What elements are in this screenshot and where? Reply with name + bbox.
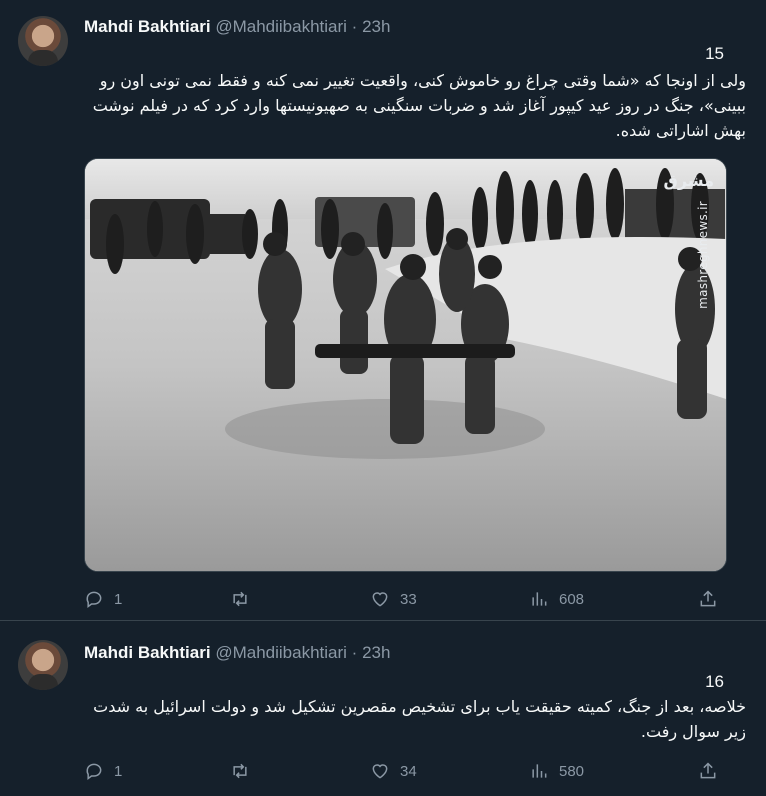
author-handle[interactable]: @Mahdiibakhtiari: [215, 643, 347, 662]
share-icon: [700, 762, 716, 779]
like-button[interactable]: 33: [370, 587, 417, 611]
views-chart-icon: [532, 592, 547, 606]
avatar[interactable]: [18, 16, 68, 66]
retweet-button[interactable]: [230, 587, 260, 611]
heart-icon: [372, 592, 388, 607]
tweet-text: خلاصه، بعد از جنگ، کمیته حقیقت یاب برای …: [93, 697, 746, 741]
reply-icon: [86, 763, 102, 780]
share-icon: [700, 590, 716, 607]
tweet-header: Mahdi Bakhtiari @Mahdiibakhtiari · 23h: [84, 642, 390, 664]
tweet-header: Mahdi Bakhtiari @Mahdiibakhtiari · 23h: [84, 16, 390, 38]
like-count: 34: [400, 762, 417, 780]
like-count: 33: [400, 590, 417, 608]
war-photo-image: [85, 159, 726, 571]
avatar[interactable]: [18, 640, 68, 690]
share-button[interactable]: [698, 759, 718, 783]
retweet-button[interactable]: [230, 759, 260, 783]
views-chart-icon: [532, 764, 547, 778]
mashregh-logo: مشرق: [663, 171, 714, 190]
thread-number: 16: [705, 672, 724, 691]
reply-count: 1: [114, 590, 123, 608]
tweet-16[interactable]: Mahdi Bakhtiari @Mahdiibakhtiari · 23h 1…: [0, 622, 766, 796]
views-count: 608: [559, 590, 585, 608]
views-button[interactable]: 580: [529, 759, 584, 783]
separator: ·: [351, 17, 358, 36]
timestamp[interactable]: 23h: [362, 643, 390, 662]
thread-number: 15: [705, 44, 724, 63]
author-handle[interactable]: @Mahdiibakhtiari: [215, 17, 347, 36]
reply-icon: [86, 591, 102, 608]
timestamp[interactable]: 23h: [362, 17, 390, 36]
reply-button[interactable]: 1: [84, 587, 122, 611]
reply-count: 1: [114, 762, 123, 780]
views-count: 580: [559, 762, 585, 780]
separator: ·: [351, 643, 358, 662]
author-name[interactable]: Mahdi Bakhtiari: [84, 643, 211, 662]
mashregh-watermark: مشرق mashreghnews.ir: [664, 171, 714, 309]
tweet-actions: 1 34 580: [84, 759, 724, 783]
like-button[interactable]: 34: [370, 759, 417, 783]
tweet-text: ولی از اونجا که «شما وقتی چراغ رو خاموش …: [92, 71, 746, 140]
retweet-icon: [233, 591, 247, 607]
watermark-url: mashreghnews.ir: [696, 201, 710, 309]
reply-button[interactable]: 1: [84, 759, 122, 783]
tweet-photo[interactable]: مشرق mashreghnews.ir: [84, 158, 727, 572]
share-button[interactable]: [698, 587, 718, 611]
views-button[interactable]: 608: [529, 587, 584, 611]
tweet-15[interactable]: Mahdi Bakhtiari @Mahdiibakhtiari · 23h 1…: [0, 0, 766, 621]
tweet-actions: 1 33 608: [84, 587, 724, 611]
author-name[interactable]: Mahdi Bakhtiari: [84, 17, 211, 36]
heart-icon: [372, 764, 388, 779]
retweet-icon: [233, 763, 247, 779]
